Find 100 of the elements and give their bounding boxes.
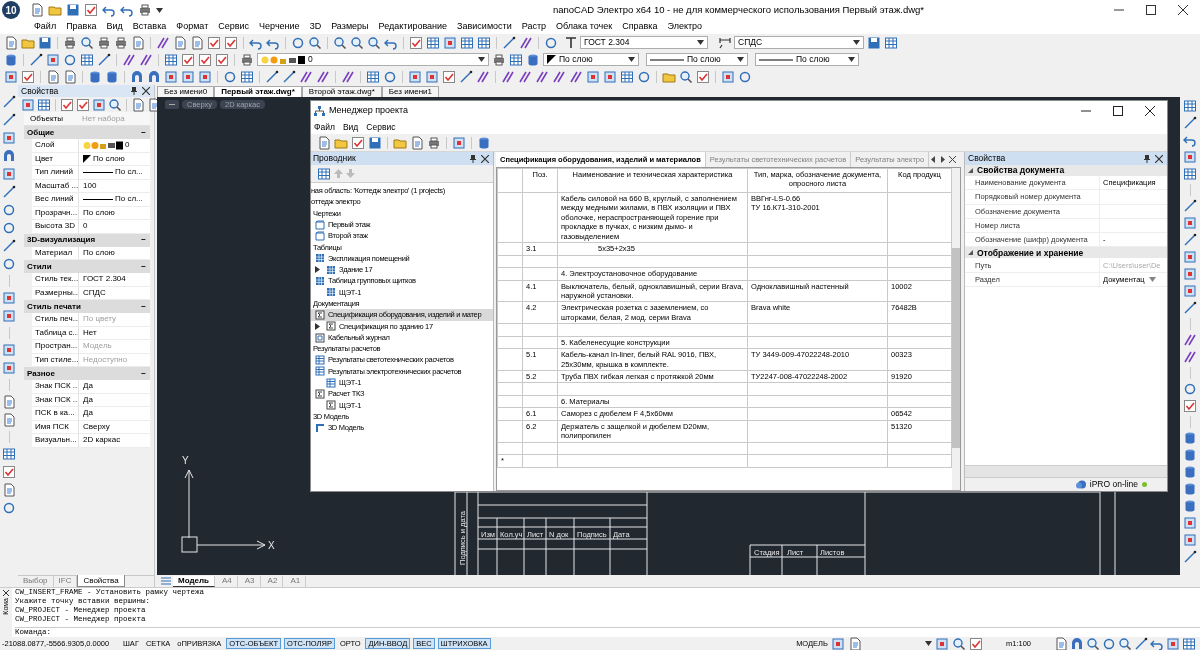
menu-item[interactable]: Облака точек: [556, 20, 613, 34]
menu-item[interactable]: Справка: [622, 20, 658, 34]
arch-icon[interactable]: [130, 69, 144, 84]
scroll-tabs-icon[interactable]: [931, 156, 946, 163]
bars-icon[interactable]: [519, 35, 533, 50]
layout-tab[interactable]: A3: [239, 575, 261, 587]
circle-icon[interactable]: [738, 69, 752, 84]
save-icon[interactable]: [867, 35, 881, 50]
frame-icon[interactable]: [408, 69, 422, 84]
menu-item[interactable]: Формат: [176, 20, 209, 34]
line-icon[interactable]: [265, 69, 279, 84]
cylinder-icon[interactable]: [105, 69, 119, 84]
check-icon[interactable]: [224, 35, 238, 50]
grid-icon[interactable]: [366, 69, 380, 84]
check-icon[interactable]: [442, 69, 456, 84]
circle-icon[interactable]: [2, 501, 16, 515]
bars-icon[interactable]: [122, 52, 136, 67]
menu-item[interactable]: Черчение: [259, 20, 300, 34]
layout-tab[interactable]: A4: [217, 575, 238, 587]
dropdown-caret-icon[interactable]: [848, 57, 855, 62]
zoom-icon[interactable]: [80, 35, 94, 50]
cylinder-icon[interactable]: [1183, 482, 1197, 496]
check-icon[interactable]: [215, 52, 229, 67]
frame-icon[interactable]: [934, 636, 949, 650]
bars-icon[interactable]: [476, 69, 490, 84]
cylinder-icon[interactable]: [88, 69, 102, 84]
layout-tab[interactable]: A1: [285, 575, 307, 587]
frame-icon[interactable]: [452, 135, 466, 150]
frame-icon[interactable]: [1183, 216, 1197, 230]
zoom-icon[interactable]: [308, 35, 322, 50]
frame-icon[interactable]: [1183, 150, 1197, 164]
frame-icon[interactable]: [2, 167, 16, 181]
menu-item[interactable]: 3D: [309, 20, 322, 34]
line-icon[interactable]: [1183, 233, 1197, 247]
app-logo[interactable]: 10: [2, 1, 20, 19]
grid-icon[interactable]: [164, 52, 178, 67]
grid-icon[interactable]: [509, 52, 523, 67]
zoom-icon[interactable]: [1118, 636, 1132, 650]
cylinder-icon[interactable]: [4, 52, 18, 67]
pin-icon[interactable]: [1143, 154, 1151, 163]
collapse-triangle-icon[interactable]: [968, 168, 973, 173]
line-icon[interactable]: [502, 35, 516, 50]
save-icon[interactable]: [66, 3, 80, 17]
zoom-icon[interactable]: [108, 97, 122, 112]
dropdown[interactable]: По слою: [755, 53, 859, 66]
check-icon[interactable]: [60, 97, 74, 112]
circle-icon[interactable]: [223, 69, 237, 84]
printer-icon[interactable]: [427, 135, 441, 150]
check-icon[interactable]: [1183, 399, 1197, 413]
frame-icon[interactable]: [830, 636, 845, 650]
pin-icon[interactable]: [130, 87, 138, 95]
dropdown[interactable]: По слою: [646, 53, 748, 66]
zoom-icon[interactable]: [350, 35, 364, 50]
grid-icon[interactable]: [460, 35, 474, 50]
cylinder-icon[interactable]: [1183, 431, 1197, 445]
grid-icon[interactable]: [1183, 99, 1197, 113]
frame-icon[interactable]: [721, 69, 735, 84]
frame-icon[interactable]: [1183, 284, 1197, 298]
check-icon[interactable]: [351, 135, 365, 150]
cylinder-icon[interactable]: [1183, 448, 1197, 462]
dropdown[interactable]: ГОСТ 2.304: [580, 36, 708, 49]
dropdown[interactable]: 0: [257, 53, 489, 66]
layout-tab[interactable]: A2: [262, 575, 284, 587]
maximize-icon[interactable]: [1146, 5, 1156, 15]
printer-icon[interactable]: [63, 35, 77, 50]
check-icon[interactable]: [207, 35, 221, 50]
circle-icon[interactable]: [544, 35, 558, 50]
line-icon[interactable]: [1134, 636, 1148, 650]
frame-icon[interactable]: [2, 343, 16, 357]
line-icon[interactable]: [2, 113, 16, 127]
check-icon[interactable]: [696, 69, 710, 84]
printer-icon[interactable]: [97, 35, 111, 50]
frame-icon[interactable]: [4, 69, 18, 84]
line-icon[interactable]: [1183, 301, 1197, 315]
frame-icon[interactable]: [586, 69, 600, 84]
line-icon[interactable]: [1183, 116, 1197, 130]
cylinder-icon[interactable]: [477, 135, 491, 150]
cylinder-icon[interactable]: [1183, 465, 1197, 479]
grid-icon[interactable]: [80, 52, 94, 67]
close-icon[interactable]: [142, 87, 150, 95]
check-icon[interactable]: [968, 636, 983, 650]
bars-icon[interactable]: [552, 69, 566, 84]
bars-icon[interactable]: [156, 35, 170, 50]
maximize-icon[interactable]: [1113, 106, 1123, 116]
property-group-header[interactable]: Стили −: [24, 260, 150, 273]
menu-item[interactable]: Сервис: [218, 20, 250, 34]
frame-icon[interactable]: [181, 69, 195, 84]
printer-icon[interactable]: [240, 52, 254, 67]
frame-icon[interactable]: [1183, 533, 1197, 547]
printer-icon[interactable]: [492, 52, 506, 67]
arch-icon[interactable]: [2, 149, 16, 163]
frame-icon[interactable]: [1183, 267, 1197, 281]
frame-icon[interactable]: [2, 309, 16, 323]
frame-icon[interactable]: [1183, 250, 1197, 264]
circle-icon[interactable]: [291, 35, 305, 50]
line-icon[interactable]: [97, 52, 111, 67]
zoom-icon[interactable]: [367, 35, 381, 50]
property-group-header[interactable]: Общие −: [24, 126, 150, 139]
check-icon[interactable]: [181, 52, 195, 67]
check-icon[interactable]: [84, 3, 98, 17]
